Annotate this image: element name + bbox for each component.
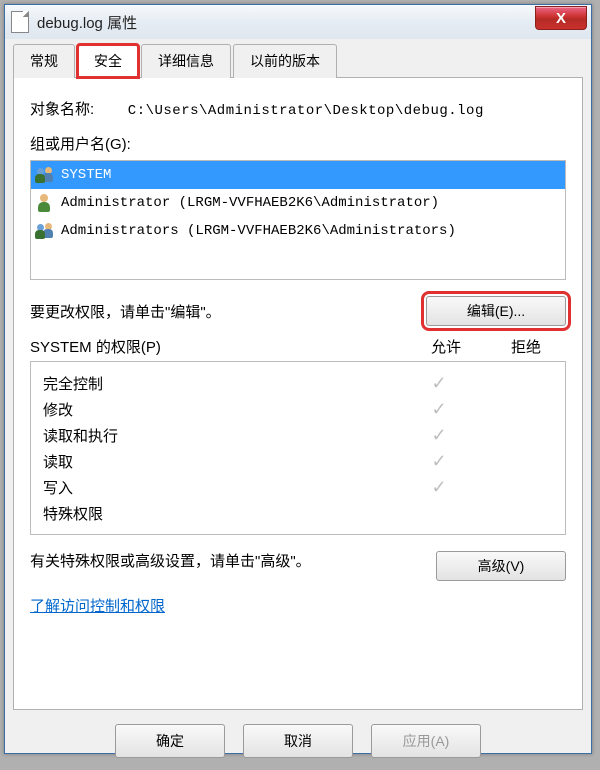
list-item[interactable]: Administrators (LRGM-VVFHAEB2K6\Administ… xyxy=(31,217,565,245)
principals-list[interactable]: SYSTEM Administrator (LRGM-VVFHAEB2K6\Ad… xyxy=(30,160,566,280)
group-users-label: 组或用户名(G): xyxy=(30,133,566,154)
principal-name: Administrators (LRGM-VVFHAEB2K6\Administ… xyxy=(61,223,456,239)
close-icon: X xyxy=(556,10,566,27)
table-row: 读取 ✓ xyxy=(37,448,559,474)
allow-column-header: 允许 xyxy=(406,336,486,357)
close-button[interactable]: X xyxy=(535,6,587,30)
object-name-value: C:\Users\Administrator\Desktop\debug.log xyxy=(128,103,484,119)
list-item[interactable]: Administrator (LRGM-VVFHAEB2K6\Administr… xyxy=(31,189,565,217)
apply-button[interactable]: 应用(A) xyxy=(371,724,481,758)
tab-strip: 常规 安全 详细信息 以前的版本 xyxy=(13,43,583,78)
check-icon: ✓ xyxy=(399,451,479,472)
security-panel: 对象名称: C:\Users\Administrator\Desktop\deb… xyxy=(13,78,583,710)
cancel-button[interactable]: 取消 xyxy=(243,724,353,758)
window-title: debug.log 属性 xyxy=(37,12,137,33)
advanced-hint: 有关特殊权限或高级设置，请单击"高级"。 xyxy=(30,551,311,574)
edit-button[interactable]: 编辑(E)... xyxy=(426,296,566,326)
permission-name: 写入 xyxy=(37,477,399,498)
group-icon xyxy=(35,221,55,241)
permission-name: 读取和执行 xyxy=(37,425,399,446)
object-name-row: 对象名称: C:\Users\Administrator\Desktop\deb… xyxy=(30,98,566,119)
dialog-button-bar: 确定 取消 应用(A) xyxy=(13,710,583,762)
principal-name: SYSTEM xyxy=(61,167,111,183)
permission-name: 修改 xyxy=(37,399,399,420)
group-icon xyxy=(35,165,55,185)
principal-name: Administrator (LRGM-VVFHAEB2K6\Administr… xyxy=(61,195,439,211)
list-item[interactable]: SYSTEM xyxy=(31,161,565,189)
file-icon xyxy=(11,11,29,33)
table-row: 特殊权限 xyxy=(37,500,559,526)
ok-button[interactable]: 确定 xyxy=(115,724,225,758)
advanced-row: 有关特殊权限或高级设置，请单击"高级"。 高级(V) xyxy=(30,551,566,581)
permission-name: 完全控制 xyxy=(37,373,399,394)
object-name-label: 对象名称: xyxy=(30,98,94,119)
edit-row: 要更改权限，请单击"编辑"。 编辑(E)... xyxy=(30,296,566,326)
deny-column-header: 拒绝 xyxy=(486,336,566,357)
check-icon: ✓ xyxy=(399,373,479,394)
check-icon: ✓ xyxy=(399,399,479,420)
table-row: 完全控制 ✓ xyxy=(37,370,559,396)
help-link[interactable]: 了解访问控制和权限 xyxy=(30,595,165,616)
check-icon: ✓ xyxy=(399,425,479,446)
tab-security[interactable]: 安全 xyxy=(77,44,139,78)
edit-hint: 要更改权限，请单击"编辑"。 xyxy=(30,301,221,322)
table-row: 读取和执行 ✓ xyxy=(37,422,559,448)
permissions-header: SYSTEM 的权限(P) 允许 拒绝 xyxy=(30,336,566,357)
tab-details[interactable]: 详细信息 xyxy=(141,44,231,78)
permission-name: 读取 xyxy=(37,451,399,472)
dialog-content: 常规 安全 详细信息 以前的版本 对象名称: C:\Users\Administ… xyxy=(5,39,591,770)
title-bar: debug.log 属性 X xyxy=(5,5,591,39)
permission-name: 特殊权限 xyxy=(37,503,399,524)
tab-previous-versions[interactable]: 以前的版本 xyxy=(233,44,337,78)
properties-dialog: debug.log 属性 X 常规 安全 详细信息 以前的版本 对象名称: C:… xyxy=(4,4,592,754)
permissions-list: 完全控制 ✓ 修改 ✓ 读取和执行 ✓ 读取 ✓ xyxy=(30,361,566,535)
table-row: 修改 ✓ xyxy=(37,396,559,422)
table-row: 写入 ✓ xyxy=(37,474,559,500)
tab-general[interactable]: 常规 xyxy=(13,44,75,78)
advanced-button[interactable]: 高级(V) xyxy=(436,551,566,581)
check-icon: ✓ xyxy=(399,477,479,498)
user-icon xyxy=(35,193,55,213)
permissions-for-label: SYSTEM 的权限(P) xyxy=(30,336,406,357)
